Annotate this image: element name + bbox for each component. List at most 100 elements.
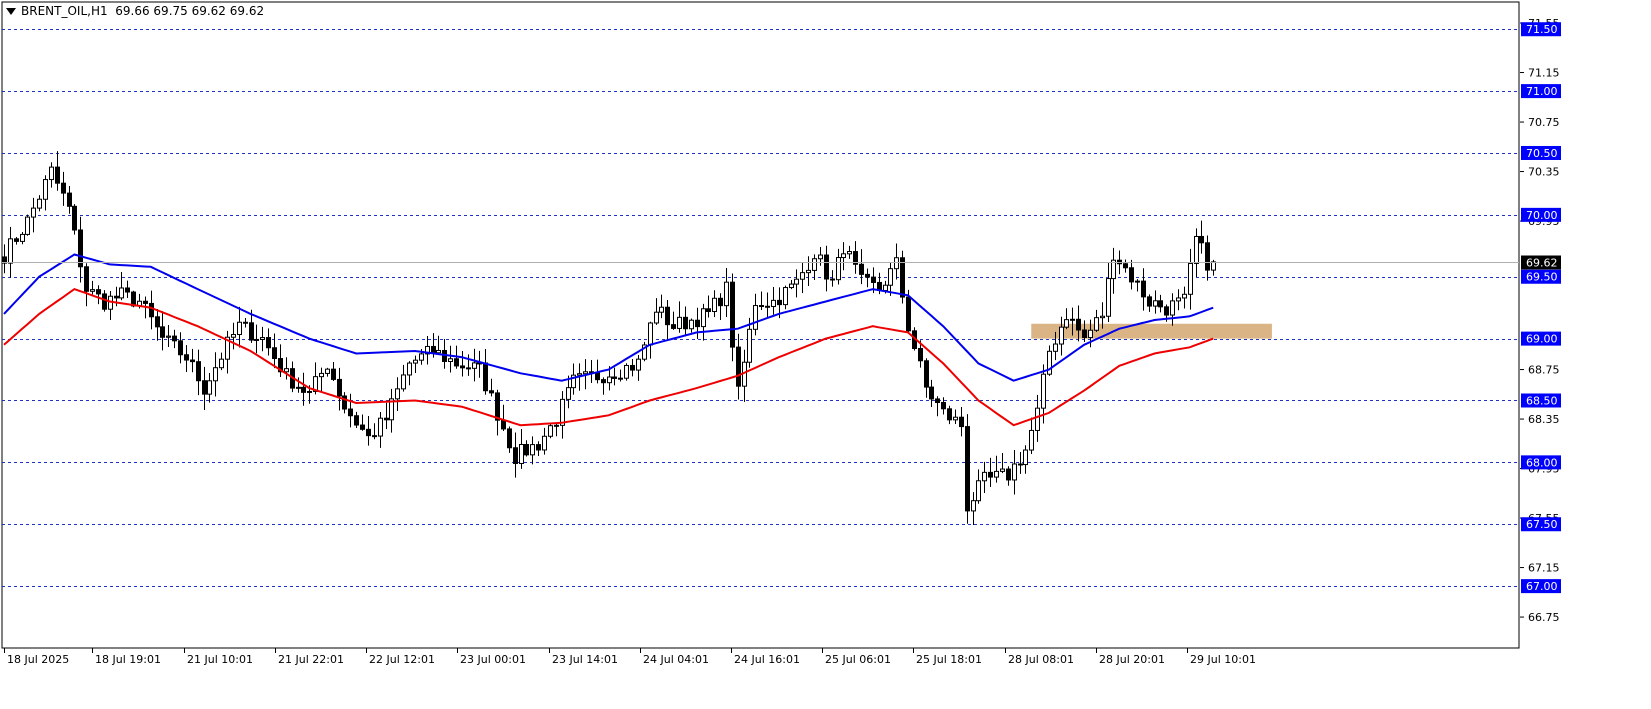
candle-body xyxy=(618,377,623,380)
candle-body xyxy=(1106,278,1111,317)
candle-body xyxy=(1188,262,1193,295)
candle-body xyxy=(906,296,911,332)
candle-body xyxy=(307,390,312,393)
candle-body xyxy=(624,364,629,379)
candle-body xyxy=(971,500,976,512)
candle-body xyxy=(489,390,494,394)
candle-body xyxy=(448,358,453,362)
candle-body xyxy=(665,306,670,326)
price-level-tag-text: 70.50 xyxy=(1526,147,1558,160)
candle-body xyxy=(14,238,19,242)
candle-body xyxy=(1182,293,1187,299)
candle-body xyxy=(284,368,289,373)
x-axis-tick-label: 22 Jul 12:01 xyxy=(369,653,435,666)
candle-body xyxy=(865,273,870,278)
candle-body xyxy=(753,305,758,330)
candle-body xyxy=(1123,263,1128,269)
candle-body xyxy=(712,297,717,312)
candle-body xyxy=(1035,407,1040,431)
candle-body xyxy=(536,444,541,451)
candle-body xyxy=(401,374,406,390)
candle-body xyxy=(1070,318,1075,321)
candle-body xyxy=(395,388,400,400)
candle-body xyxy=(982,471,987,482)
candle-body xyxy=(1012,463,1017,481)
candle-body xyxy=(1100,315,1105,319)
candle-body xyxy=(1194,235,1199,264)
candle-body xyxy=(1153,300,1158,307)
x-axis-tick-label: 23 Jul 00:01 xyxy=(460,653,526,666)
y-axis-tick-label: 70.75 xyxy=(1528,116,1560,129)
price-level-tag-text: 67.00 xyxy=(1526,580,1558,593)
candle-body xyxy=(119,287,124,299)
chart-canvas[interactable]: 71.5571.1570.7570.3569.9568.7568.3567.95… xyxy=(0,0,1651,705)
candle-body xyxy=(266,337,271,349)
candle-body xyxy=(143,300,148,304)
candle-body xyxy=(806,269,811,274)
candle-body xyxy=(941,402,946,410)
candle-body xyxy=(184,354,189,361)
candle-body xyxy=(612,376,617,379)
price-chart[interactable]: 71.5571.1570.7570.3569.9568.7568.3567.95… xyxy=(0,0,1651,705)
candle-body xyxy=(243,321,248,324)
candle-body xyxy=(249,322,254,341)
price-level-tag-text: 68.00 xyxy=(1526,456,1558,469)
candle-body xyxy=(701,308,706,328)
x-axis-tick-label: 18 Jul 2025 xyxy=(7,653,69,666)
candle-body xyxy=(747,328,752,363)
candle-body xyxy=(888,268,893,286)
candle-body xyxy=(812,258,817,271)
candle-body xyxy=(607,376,612,384)
candle-body xyxy=(96,289,101,295)
candle-body xyxy=(172,335,177,342)
candle-body xyxy=(207,380,212,395)
dropdown-triangle-icon[interactable] xyxy=(6,8,16,15)
candle-body xyxy=(601,379,606,384)
candle-body xyxy=(1076,318,1081,331)
candle-body xyxy=(736,346,741,387)
candle-body xyxy=(1082,329,1087,339)
candle-body xyxy=(730,281,735,348)
candle-body xyxy=(1000,468,1005,472)
candle-body xyxy=(830,278,835,281)
candle-body xyxy=(577,373,582,376)
candle-body xyxy=(1141,280,1146,298)
candle-body xyxy=(1053,343,1058,352)
candle-body xyxy=(818,254,823,260)
candle-body xyxy=(947,408,952,421)
candle-body xyxy=(1064,319,1069,328)
candle-body xyxy=(331,368,336,380)
candle-body xyxy=(929,386,934,400)
candle-body xyxy=(671,324,676,329)
candle-body xyxy=(237,321,242,336)
candle-body xyxy=(871,276,876,283)
price-level-tag-text: 70.00 xyxy=(1526,209,1558,222)
current-price-tag-text: 69.62 xyxy=(1526,257,1558,270)
candle-body xyxy=(1088,329,1093,339)
candle-body xyxy=(1117,259,1122,265)
candle-body xyxy=(994,470,999,478)
candle-body xyxy=(953,416,958,421)
candle-body xyxy=(84,266,89,292)
candle-body xyxy=(460,365,465,369)
candle-body xyxy=(677,316,682,329)
candle-body xyxy=(378,417,383,437)
candle-body xyxy=(824,254,829,280)
candle-body xyxy=(648,322,653,346)
candle-body xyxy=(55,166,60,184)
x-axis-tick-label: 21 Jul 22:01 xyxy=(278,653,344,666)
candle-body xyxy=(190,359,195,363)
candle-body xyxy=(524,443,529,456)
candle-body xyxy=(495,392,500,421)
candle-body xyxy=(37,198,42,209)
candle-body xyxy=(8,238,13,264)
candle-body xyxy=(583,371,588,375)
candle-body xyxy=(202,380,207,395)
candle-body xyxy=(1199,235,1204,244)
x-axis-tick-label: 18 Jul 19:01 xyxy=(95,653,161,666)
y-axis-tick-label: 71.15 xyxy=(1528,67,1560,80)
candle-body xyxy=(78,229,83,268)
x-axis-tick-label: 24 Jul 16:01 xyxy=(734,653,800,666)
candle-body xyxy=(454,358,459,367)
candle-body xyxy=(554,424,559,427)
